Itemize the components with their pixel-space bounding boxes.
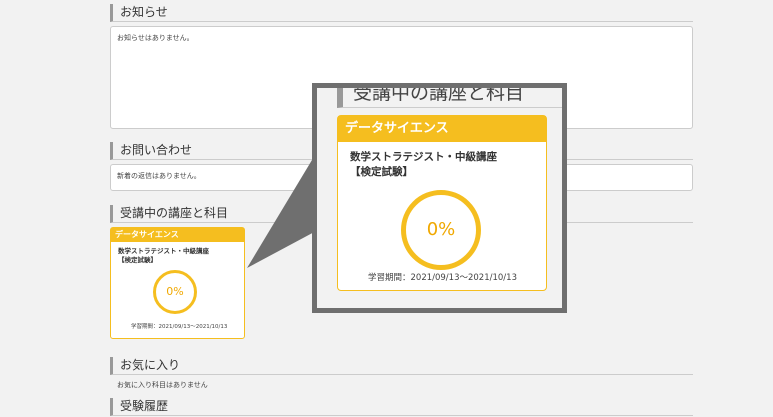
history-heading: 受験履歴 (110, 398, 693, 416)
zoom-progress-ring: 0% (401, 190, 481, 270)
zoom-course-card: データサイエンス 数学ストラテジスト・中級講座 【検定試験】 0% 学習期間：2… (337, 115, 547, 291)
zoom-course-name: 数学ストラテジスト・中級講座 【検定試験】 (338, 142, 546, 180)
zoom-study-period: 学習期間：2021/09/13〜2021/10/13 (368, 273, 517, 283)
zoom-course-name-line1: 数学ストラテジスト・中級講座 (350, 151, 497, 163)
zoom-course-category: データサイエンス (338, 116, 546, 142)
zoom-course-name-line2: 【検定試験】 (350, 166, 413, 178)
zoom-overlay: 受講中の講座と科目 データサイエンス 数学ストラテジスト・中級講座 【検定試験】… (312, 83, 567, 313)
favorites-empty-text: お気に入り科目はありません (117, 381, 208, 389)
favorites-heading: お気に入り (110, 357, 693, 375)
zoom-courses-heading: 受講中の講座と科目 (337, 88, 562, 108)
